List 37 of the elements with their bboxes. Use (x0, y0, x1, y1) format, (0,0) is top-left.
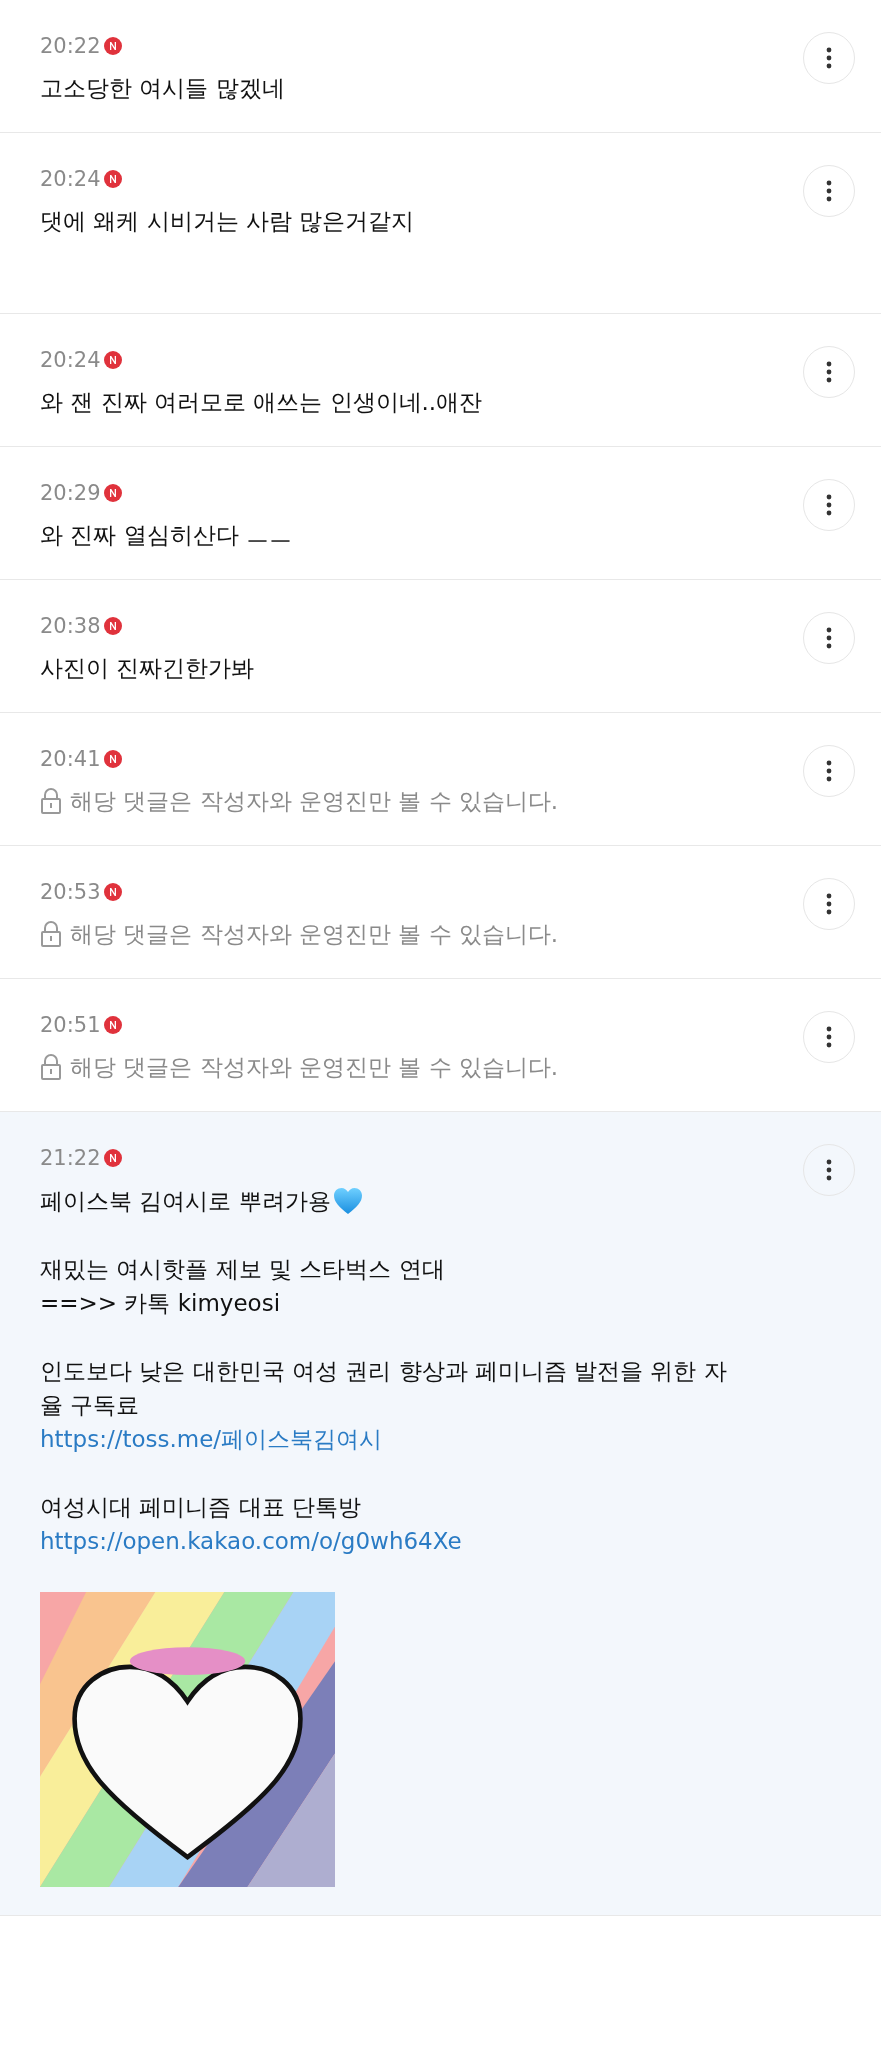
comment-text: 댓에 왜케 시비거는 사람 많은거같지 (40, 207, 415, 236)
private-notice: 해당 댓글은 작성자와 운영진만 볼 수 있습니다. (70, 1053, 559, 1082)
more-icon (826, 627, 832, 649)
comment-time: 20:53 (40, 880, 101, 904)
comment-text: 고소당한 여시들 많겠네 (40, 74, 285, 103)
lock-icon (40, 788, 62, 814)
comment-text: ==>> 카톡 kimyeosi (40, 1289, 281, 1318)
comment-text: 와 진짜 열심히산다 ㅡㅡ (40, 521, 292, 550)
more-icon (826, 361, 832, 383)
more-icon (826, 494, 832, 516)
more-icon (826, 1026, 832, 1048)
lock-icon (40, 1054, 62, 1080)
private-notice: 해당 댓글은 작성자와 운영진만 볼 수 있습니다. (70, 920, 559, 949)
more-icon (826, 180, 832, 202)
comment-time: 20:29 (40, 481, 101, 505)
comment-time: 20:38 (40, 614, 101, 638)
comment-time: 20:24 (40, 167, 101, 191)
comment-text: 여성시대 페미니즘 대표 단톡방 (40, 1493, 361, 1522)
more-icon (826, 760, 832, 782)
lock-icon (40, 921, 62, 947)
comment-time: 20:51 (40, 1013, 101, 1037)
comment-time: 20:24 (40, 348, 101, 372)
heart-icon (332, 1187, 363, 1215)
private-notice: 해당 댓글은 작성자와 운영진만 볼 수 있습니다. (70, 787, 559, 816)
comment-link[interactable]: https://toss.me/페이스북김여시 (40, 1422, 791, 1456)
comment-time: 21:22 (40, 1146, 101, 1170)
comment-time: 20:41 (40, 747, 101, 771)
more-icon (826, 47, 832, 69)
comment-text: 사진이 진짜긴한가봐 (40, 654, 255, 683)
comment-text: 인도보다 낮은 대한민국 여성 권리 향상과 페미니즘 발전을 위한 자율 구독료 (40, 1357, 728, 1420)
comment-text: 페이스북 김여시로 뿌려가용 (40, 1187, 331, 1216)
comment-link[interactable]: https://open.kakao.com/o/g0wh64Xe (40, 1524, 791, 1558)
comment-text: 재밌는 여시핫플 제보 및 스타벅스 연대 (40, 1255, 445, 1284)
more-icon (826, 893, 832, 915)
comment-text: 와 잰 진짜 여러모로 애쓰는 인생이네..애잔 (40, 388, 483, 417)
more-icon (826, 1159, 832, 1181)
comment-time: 20:22 (40, 34, 101, 58)
